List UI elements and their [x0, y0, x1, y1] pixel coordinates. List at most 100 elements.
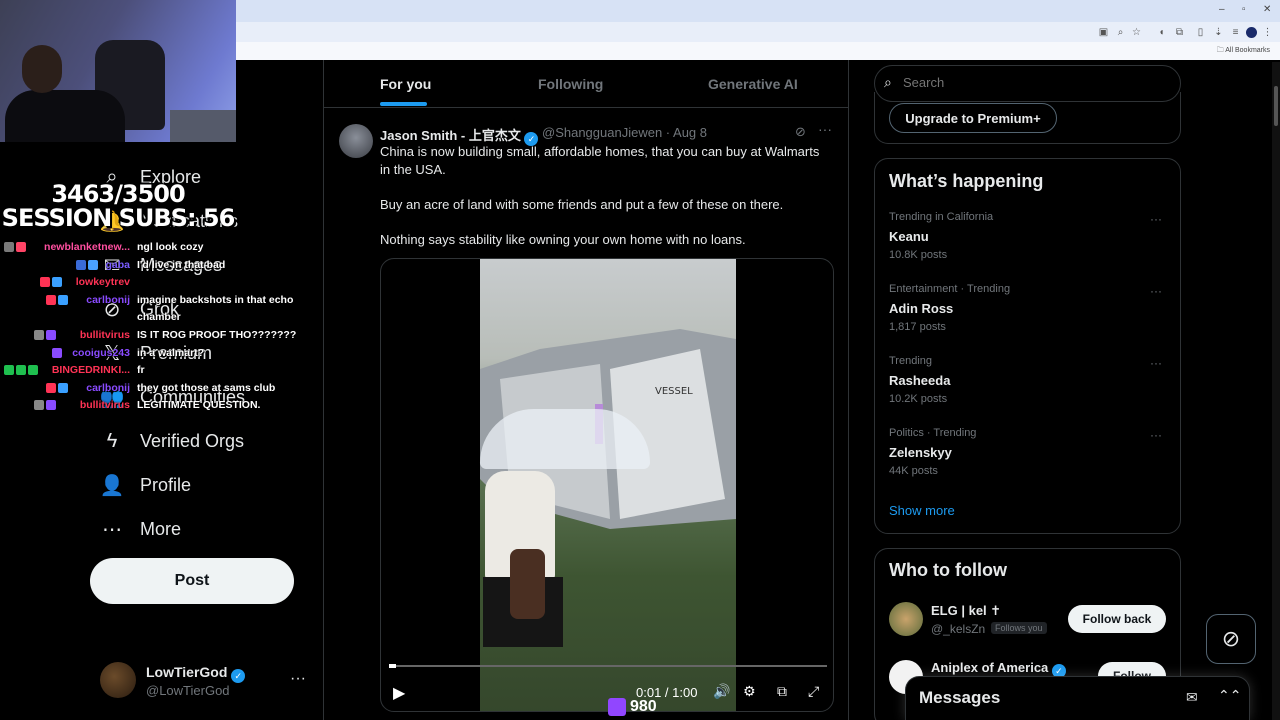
chat-username: lowkeytrev — [75, 276, 130, 288]
bookmark-star-icon[interactable]: ☆ — [1131, 27, 1142, 38]
chat-message: BINGEDRINKI... fr — [0, 362, 300, 378]
follow-suggestion-handle: @_kelsZn — [931, 622, 986, 636]
expand-drawer-icon[interactable]: ⌃⌃ — [1218, 687, 1241, 704]
chat-text: in a walmart? — [137, 347, 205, 359]
grok-fab-icon[interactable]: ⊘ — [1206, 614, 1256, 664]
trend-name[interactable]: Keanu — [889, 229, 929, 244]
who-to-follow-title: Who to follow — [889, 560, 1007, 580]
verified-badge-icon: ✓ — [231, 669, 246, 683]
speaker-icon[interactable]: ◖ — [1156, 27, 1167, 38]
follow-back-button[interactable]: Follow back — [1068, 605, 1166, 633]
close-icon[interactable]: ✕ — [1263, 4, 1271, 15]
person-icon: 👤 — [99, 474, 125, 497]
minimize-icon[interactable]: – — [1219, 4, 1225, 15]
chat-badge-icon — [4, 242, 14, 252]
sidebar-icon[interactable]: ▯ — [1195, 27, 1206, 38]
handbag — [510, 549, 545, 619]
tab-following[interactable]: Following — [538, 76, 603, 92]
tweet-author-avatar[interactable] — [339, 124, 373, 158]
follow-suggestion-name[interactable]: ELG | kel ✝ — [931, 603, 1001, 619]
download-icon[interactable]: ⇣ — [1213, 27, 1224, 38]
tweet-video[interactable]: VESSEL ▶ 0:01 / 1:00 🔊 ⚙ ⧉ ⤢ — [380, 258, 834, 712]
play-icon[interactable]: ▶ — [393, 683, 405, 703]
all-bookmarks-link[interactable]: 🗀 All Bookmarks — [1217, 46, 1270, 57]
trend-more-icon[interactable]: ··· — [1150, 356, 1162, 370]
chat-username: newblanketnew... — [44, 241, 130, 253]
tweet-meta[interactable]: @ShangguanJiewen · Aug 8 — [542, 125, 707, 140]
trend-post-count: 10.2K posts — [889, 393, 948, 405]
picture-in-picture-icon[interactable]: ⧉ — [777, 683, 787, 700]
messages-drawer-title: Messages — [919, 688, 1001, 707]
chat-username: cooigus243 — [72, 347, 130, 359]
zoom-icon[interactable]: ⌕ — [1115, 27, 1126, 38]
trend-more-icon[interactable]: ··· — [1150, 212, 1162, 226]
active-tab-indicator — [380, 102, 427, 106]
grok-explain-icon[interactable]: ⊘ — [795, 124, 806, 140]
trend-post-count: 44K posts — [889, 465, 938, 477]
trend-category: Trending — [889, 355, 933, 367]
post-button[interactable]: Post — [90, 558, 294, 604]
tweet-author-name: Jason Smith - 上官杰文 — [380, 128, 521, 143]
chat-badges — [40, 277, 62, 287]
chat-text: ngl look cozy — [137, 241, 204, 253]
follow-suggestion-avatar[interactable] — [889, 602, 923, 636]
browser-title-bar — [236, 0, 1280, 22]
chat-badges — [76, 260, 98, 270]
account-avatar[interactable] — [100, 662, 136, 698]
screenshot-icon[interactable]: ▣ — [1098, 27, 1109, 38]
maximize-icon[interactable]: ▫ — [1242, 4, 1246, 15]
upgrade-premium-button[interactable]: Upgrade to Premium+ — [889, 103, 1057, 133]
trend-more-icon[interactable]: ··· — [1150, 428, 1162, 442]
chat-text: they got those at sams club — [137, 382, 276, 394]
chat-badge-icon — [34, 330, 44, 340]
account-switcher[interactable]: LowTierGod ✓ — [146, 664, 246, 683]
tweet-more-icon[interactable]: ··· — [818, 121, 832, 137]
chat-text: fr — [137, 364, 145, 376]
sidebar-item-more[interactable]: ⋯ More — [100, 513, 181, 545]
extensions-icon[interactable]: ⧉ — [1174, 27, 1185, 38]
follow-suggestion-name-text: Aniplex of America — [931, 660, 1049, 675]
volume-icon[interactable]: 🔊 — [713, 683, 730, 700]
sidebar-item-verified-orgs[interactable]: ϟ Verified Orgs — [100, 425, 244, 457]
tab-for-you[interactable]: For you — [380, 76, 431, 92]
search-input[interactable] — [903, 75, 1153, 90]
account-more-icon[interactable]: ··· — [290, 670, 306, 688]
chat-badge-icon — [16, 242, 26, 252]
video-frame: VESSEL — [480, 259, 736, 711]
whats-happening-title: What’s happening — [889, 171, 1044, 191]
trend-name[interactable]: Rasheeda — [889, 373, 950, 388]
sidebar-item-label: More — [140, 518, 182, 539]
bookmarks-bar — [236, 42, 1280, 60]
trend-name[interactable]: Zelenskyy — [889, 445, 952, 460]
video-progress-bar[interactable] — [389, 665, 827, 667]
chat-badge-icon — [34, 400, 44, 410]
trend-name[interactable]: Adin Ross — [889, 301, 953, 316]
chat-badge-icon — [76, 260, 86, 270]
chat-badge-icon — [58, 383, 68, 393]
streamer-head — [22, 45, 62, 93]
browser-menu-icon[interactable]: ⋮ — [1262, 27, 1273, 38]
trend-post-count: 10.8K posts — [889, 249, 948, 261]
all-bookmarks-label: All Bookmarks — [1225, 47, 1270, 54]
fullscreen-icon[interactable]: ⤢ — [808, 683, 819, 700]
vessel-sign: VESSEL — [655, 386, 693, 397]
page-scrollbar[interactable] — [1272, 62, 1280, 720]
show-more-link[interactable]: Show more — [889, 503, 955, 518]
chat-badges — [34, 400, 56, 410]
profile-avatar-icon[interactable] — [1246, 27, 1257, 38]
sidebar-item-profile[interactable]: 👤 Profile — [100, 469, 191, 501]
media-icon[interactable]: ≡ — [1230, 27, 1241, 38]
chat-badge-icon — [16, 365, 26, 375]
chat-badges — [46, 383, 68, 393]
chat-message: gaba I'd live in that bad — [0, 257, 300, 273]
search-icon: ⌕ — [884, 74, 892, 90]
new-message-icon[interactable]: ✉ — [1186, 689, 1198, 706]
webcam-feed — [0, 0, 236, 142]
settings-gear-icon[interactable]: ⚙ — [743, 683, 756, 700]
folder-icon: 🗀 — [1216, 47, 1226, 54]
trend-more-icon[interactable]: ··· — [1150, 284, 1162, 298]
tab-generative-ai[interactable]: Generative AI — [708, 76, 798, 92]
chat-message: carlbonij they got those at sams club — [0, 380, 300, 396]
trend-post-count: 1,817 posts — [889, 321, 946, 333]
scrollbar-thumb[interactable] — [1274, 86, 1278, 126]
